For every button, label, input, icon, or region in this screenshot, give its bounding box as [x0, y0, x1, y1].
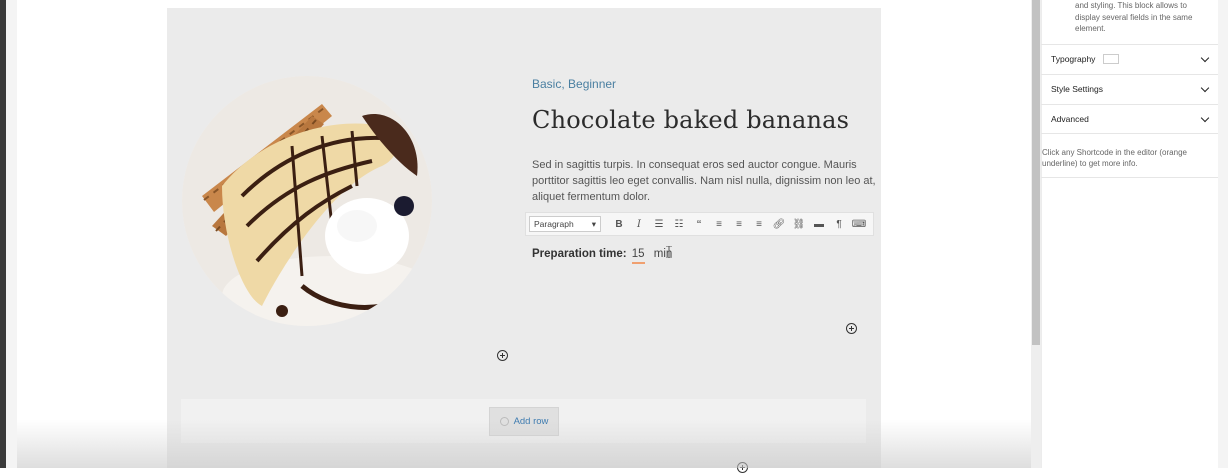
panel-style-settings-label: Style Settings — [1051, 84, 1103, 94]
window-edge-right — [1218, 0, 1228, 468]
panel-advanced-label: Advanced — [1051, 114, 1089, 124]
align-right-icon[interactable]: ≡ — [749, 215, 769, 233]
banana-dessert-image — [182, 76, 432, 326]
window-edge-inner — [6, 0, 17, 468]
panel-advanced[interactable]: Advanced — [1041, 104, 1218, 133]
panel-typography[interactable]: Typography — [1041, 44, 1218, 73]
bold-icon[interactable]: B — [609, 215, 629, 233]
align-center-icon[interactable]: ≡ — [729, 215, 749, 233]
chevron-down-icon — [1200, 53, 1210, 62]
color-swatch[interactable] — [1103, 54, 1120, 65]
chevron-down-icon: ▾ — [591, 218, 596, 229]
recipe-description[interactable]: Sed in sagittis turpis. In consequat ero… — [532, 157, 877, 205]
text-editor-toolbar: Paragraph ▾ B I ☰ ☷ “ ≡ ≡ ≡ 🔗︎ ⛓ ▬ ¶ ⌨ — [525, 212, 874, 236]
add-column-icon[interactable] — [497, 350, 508, 361]
chevron-down-icon — [1200, 83, 1210, 92]
blockquote-icon[interactable]: “ — [689, 215, 709, 233]
editor-scrollbar-thumb[interactable] — [1032, 0, 1040, 345]
text-cursor-icon — [666, 246, 672, 258]
add-row-label: Add row — [513, 416, 549, 427]
prep-value-shortcode[interactable]: 15 — [631, 248, 645, 264]
divider — [1041, 177, 1218, 178]
recipe-title[interactable]: Chocolate baked bananas — [532, 106, 849, 134]
recipe-photo[interactable] — [182, 76, 432, 326]
link-icon[interactable]: 🔗︎ — [769, 215, 789, 233]
shortcode-help-text: Click any Shortcode in the editor (orang… — [1042, 148, 1187, 168]
chevron-down-icon — [1200, 113, 1210, 122]
panel-divider — [1041, 133, 1218, 134]
recipe-tags[interactable]: Basic, Beginner — [532, 77, 616, 91]
shortcode-icon[interactable]: ¶ — [829, 215, 849, 233]
format-dropdown-value: Paragraph — [534, 219, 574, 229]
preparation-time-line[interactable]: Preparation time: 15 min — [532, 248, 672, 264]
insert-more-icon[interactable]: ▬ — [809, 215, 829, 233]
panel-typography-label: Typography — [1051, 53, 1096, 64]
add-row-button[interactable]: Add row — [489, 407, 559, 436]
plus-circle-icon — [499, 417, 509, 426]
align-left-icon[interactable]: ≡ — [709, 215, 729, 233]
keyboard-icon[interactable]: ⌨ — [849, 215, 869, 233]
panel-style-settings[interactable]: Style Settings — [1041, 74, 1218, 103]
format-dropdown[interactable]: Paragraph ▾ — [529, 216, 601, 232]
italic-icon[interactable]: I — [629, 215, 649, 233]
unlink-icon[interactable]: ⛓ — [789, 215, 809, 233]
block-description: and styling. This block allows to displa… — [1075, 1, 1193, 33]
bullet-list-icon[interactable]: ☰ — [649, 215, 669, 233]
add-block-icon[interactable] — [846, 323, 857, 334]
numbered-list-icon[interactable]: ☷ — [669, 215, 689, 233]
prep-label: Preparation time: — [532, 248, 627, 260]
